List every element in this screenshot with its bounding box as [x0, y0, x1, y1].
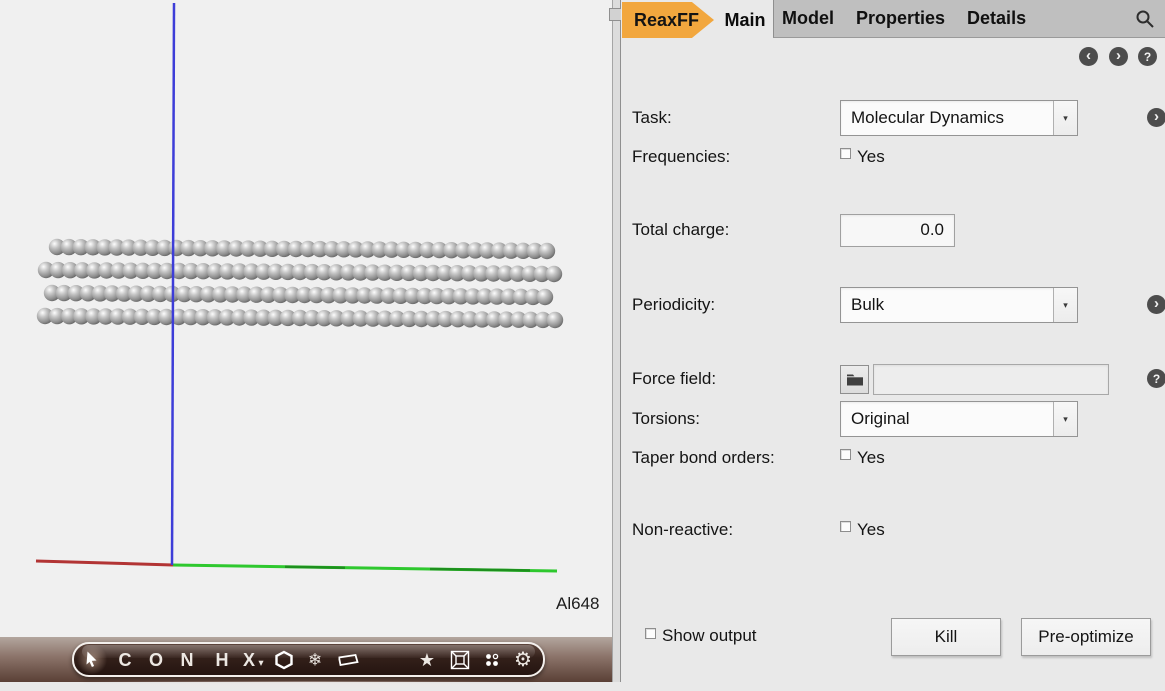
- nav-previous-button[interactable]: ‹: [1079, 47, 1098, 66]
- structure-formula-label: Al648: [556, 594, 599, 614]
- ring-hexagon-icon[interactable]: [275, 650, 293, 669]
- axis-x: [36, 561, 173, 565]
- total-charge-input[interactable]: 0.0: [840, 214, 955, 247]
- force-field-label: Force field:: [632, 369, 716, 389]
- select-cursor-icon[interactable]: [85, 651, 100, 668]
- non-reactive-label: Non-reactive:: [632, 520, 733, 540]
- total-charge-label: Total charge:: [632, 220, 729, 240]
- tab-model[interactable]: Model: [782, 8, 834, 29]
- tab-strip: Model Properties Details: [773, 0, 1165, 38]
- periodicity-value: Bulk: [841, 295, 1053, 315]
- element-button-h[interactable]: H: [216, 651, 229, 669]
- element-dropdown-icon[interactable]: ▾: [259, 658, 264, 667]
- viewer-toolbar-strip: C O N H X ▾ ❄ ★: [0, 637, 612, 682]
- kill-button[interactable]: Kill: [891, 618, 1001, 656]
- frequencies-checkbox[interactable]: [840, 148, 851, 159]
- periodicity-label: Periodicity:: [632, 295, 715, 315]
- force-field-input[interactable]: [873, 364, 1109, 395]
- atoms-dots-icon[interactable]: [484, 651, 501, 668]
- periodicity-detail-button[interactable]: ›: [1147, 295, 1165, 314]
- non-reactive-checkbox[interactable]: [840, 521, 851, 532]
- atom-slab: [37, 239, 563, 328]
- taper-option: Yes: [857, 448, 885, 468]
- search-icon[interactable]: [1135, 9, 1155, 29]
- tab-main[interactable]: Main: [717, 2, 773, 38]
- taper-bond-orders-label: Taper bond orders:: [632, 448, 775, 468]
- perspective-box-icon[interactable]: [451, 650, 470, 669]
- periodicity-dropdown[interactable]: Bulk ▾: [840, 287, 1078, 323]
- help-button[interactable]: ?: [1138, 47, 1157, 66]
- frequencies-label: Frequencies:: [632, 147, 730, 167]
- reaxff-input-panel: Model Properties Details ReaxFF Main ‹ ›…: [621, 0, 1165, 682]
- toolbar-reflection: [90, 681, 520, 691]
- tab-bar: Model Properties Details ReaxFF Main: [621, 0, 1165, 38]
- chevron-down-icon: ▾: [1053, 101, 1077, 135]
- tab-reaxff[interactable]: ReaxFF: [622, 2, 714, 38]
- tab-details[interactable]: Details: [967, 8, 1026, 29]
- browse-folder-button[interactable]: [840, 365, 869, 394]
- total-charge-value: 0.0: [920, 220, 944, 240]
- element-button-c[interactable]: C: [119, 651, 132, 669]
- folder-icon: [846, 372, 864, 386]
- chevron-down-icon: ▾: [1053, 288, 1077, 322]
- axis-z: [172, 3, 174, 565]
- torsions-dropdown[interactable]: Original ▾: [840, 401, 1078, 437]
- task-value: Molecular Dynamics: [841, 108, 1053, 128]
- taper-checkbox[interactable]: [840, 449, 851, 460]
- task-detail-button[interactable]: ›: [1147, 108, 1165, 127]
- panel-splitter[interactable]: [612, 0, 621, 682]
- show-output-label: Show output: [662, 626, 757, 646]
- viewer-toolbar: C O N H X ▾ ❄ ★: [72, 642, 545, 677]
- favorites-star-icon[interactable]: ★: [419, 651, 435, 669]
- plane-icon[interactable]: [339, 652, 360, 667]
- settings-gear-icon[interactable]: ⚙: [514, 650, 532, 670]
- element-button-o[interactable]: O: [149, 651, 163, 669]
- task-dropdown[interactable]: Molecular Dynamics ▾: [840, 100, 1078, 136]
- frequencies-option: Yes: [857, 147, 885, 167]
- force-field-help-button[interactable]: ?: [1147, 369, 1165, 388]
- torsions-value: Original: [841, 409, 1053, 429]
- nav-next-button[interactable]: ›: [1109, 47, 1128, 66]
- freeze-snowflake-icon[interactable]: ❄: [308, 651, 322, 668]
- molecule-scene: [0, 0, 612, 638]
- element-button-x[interactable]: X: [243, 651, 255, 669]
- torsions-label: Torsions:: [632, 409, 700, 429]
- show-output-checkbox[interactable]: [645, 628, 656, 639]
- element-button-n[interactable]: N: [181, 651, 194, 669]
- tab-properties[interactable]: Properties: [856, 8, 945, 29]
- non-reactive-option: Yes: [857, 520, 885, 540]
- show-output-toggle[interactable]: Show output: [645, 626, 757, 646]
- pre-optimize-button[interactable]: Pre-optimize: [1021, 618, 1151, 656]
- task-label: Task:: [632, 108, 672, 128]
- chevron-down-icon: ▾: [1053, 402, 1077, 436]
- molecule-viewer[interactable]: Al648 C O N H X ▾ ❄ ★: [0, 0, 612, 682]
